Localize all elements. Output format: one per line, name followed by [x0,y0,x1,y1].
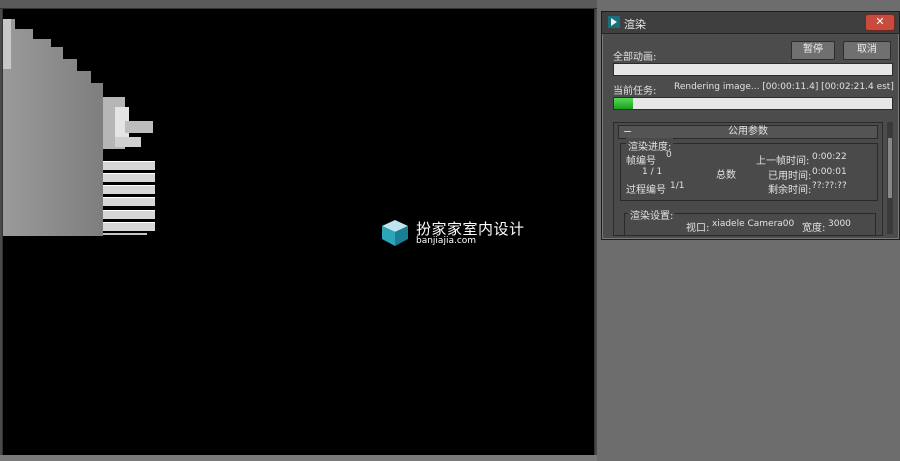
rendered-bucket [3,9,15,19]
elapsed-time-label: 已用时间: [768,171,812,182]
pass-number-label: 过程编号 [626,185,666,196]
rendered-bucket [103,161,155,170]
cube-logo-icon [382,220,408,246]
viewport-value: xiadele Camera00 [712,219,795,229]
task-progress-fill [614,98,634,109]
frame-count-value: 1 / 1 [642,167,663,177]
rendered-bucket [63,9,77,59]
watermark-url: banjiajia.com [416,236,477,246]
close-button[interactable]: ✕ [865,14,895,31]
last-frame-time-label: 上一帧时间: [756,156,810,167]
rendered-bucket [103,185,155,194]
rendered-bucket [103,222,155,231]
panel-scrollbar[interactable] [887,122,893,234]
render-progress-dialog: 渲染 ✕ 全部动画: 暂停 取消 当前任务: Rendering image..… [601,11,900,240]
overall-progress-bar [613,63,893,76]
pass-number-value: 1/1 [670,181,685,191]
pause-button[interactable]: 暂停 [791,41,835,60]
all-frames-label: 全部动画: [613,52,657,63]
rendered-bucket [103,233,147,235]
rendered-bucket [33,9,51,39]
elapsed-time-value: 0:00:01 [812,167,847,177]
rendered-bucket [103,210,155,219]
remaining-time-value: ??:??:?? [812,181,847,191]
3dsmax-app-icon [608,16,620,28]
current-task-value: Rendering image... [00:00:11.4] [00:02:2… [674,82,894,92]
rollout-title: 公用参数 [728,126,768,137]
rendered-bucket [115,137,141,147]
render-settings-title: 渲染设置: [628,207,676,222]
rendered-bucket [125,121,153,133]
last-frame-time-value: 0:00:22 [812,152,847,162]
frame-number-label: 帧编号 [626,156,656,167]
rollout-header[interactable]: − 公用参数 [618,125,878,139]
cancel-button[interactable]: 取消 [843,41,891,60]
viewport-label: 视口: [686,223,710,234]
remaining-time-label: 剩余时间: [768,185,812,196]
dialog-title: 渲染 [624,18,646,31]
dialog-title-bar[interactable]: 渲染 ✕ [602,12,899,34]
total-label: 总数 [716,170,736,181]
width-label: 宽度: [802,223,826,234]
common-parameters-panel: − 公用参数 渲染进度: 帧编号 0 上一帧时间: 0:00:22 1 / 1 … [613,122,883,236]
rendered-bucket [51,9,63,47]
rendered-bucket [91,9,103,83]
rendered-bucket [15,9,33,29]
rendered-bucket [103,173,155,182]
current-task-label: 当前任务: [613,86,657,97]
rendered-bucket [103,197,155,206]
task-progress-bar [613,97,893,110]
width-value: 3000 [828,219,851,229]
frame-number-value: 0 [666,150,672,160]
frame-window-bottom-bar [0,455,597,461]
rendered-bucket [103,9,594,97]
rendered-bucket [77,9,91,71]
scrollbar-thumb[interactable] [888,138,892,198]
